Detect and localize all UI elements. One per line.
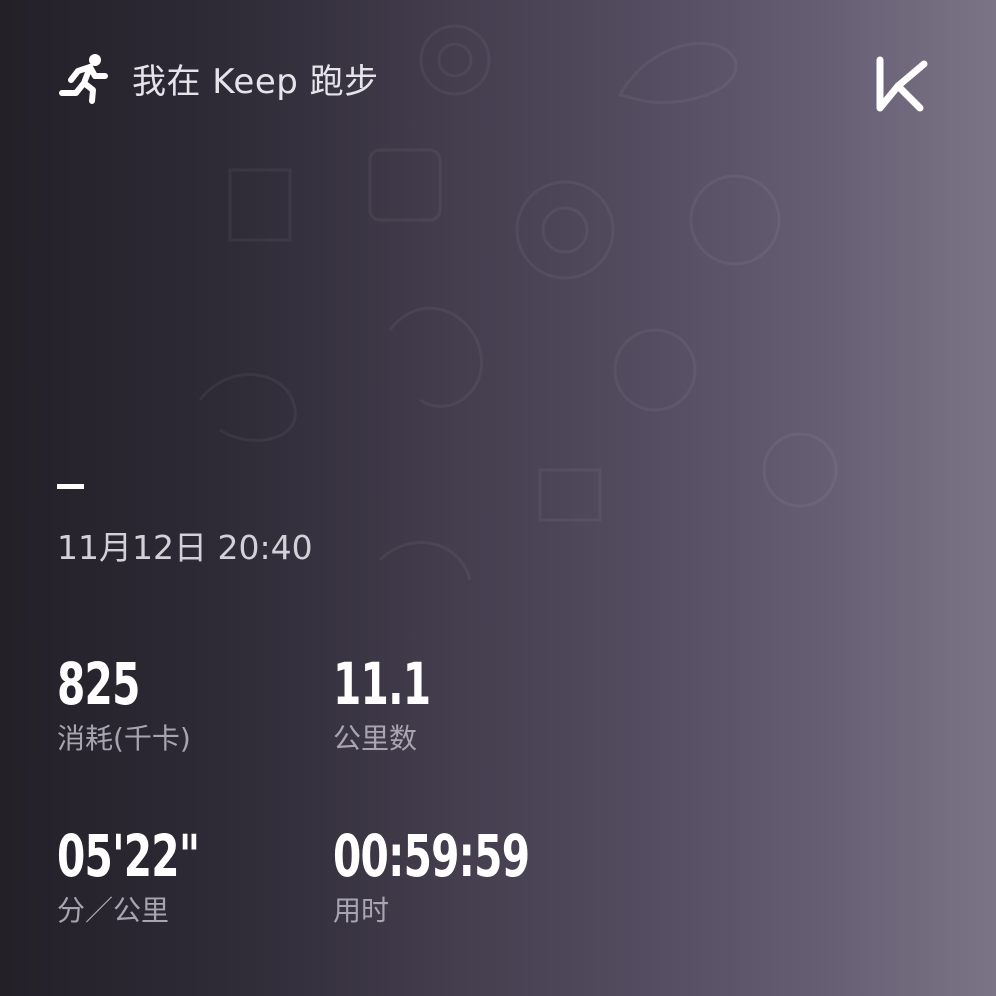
stat-pace: 05'22" 分／公里 <box>57 824 239 928</box>
stat-value: 825 <box>57 650 140 718</box>
header: 我在 Keep 跑步 <box>56 52 379 104</box>
header-title: 我在 Keep 跑步 <box>132 61 379 102</box>
stat-value: 00:59:59 <box>333 822 530 890</box>
stat-duration: 00:59:59 用时 <box>333 824 585 928</box>
workout-datetime: 11月12日 20:40 <box>57 528 313 567</box>
stat-label: 分／公里 <box>57 894 170 927</box>
stat-distance: 11.1 公里数 <box>333 652 458 756</box>
running-person-icon <box>59 54 108 104</box>
stat-label: 用时 <box>333 894 390 927</box>
workout-share-card: 我在 Keep 跑步 11月12日 20:40 825 消耗(千卡) 11.1 … <box>0 0 996 996</box>
keep-logo-icon <box>876 56 928 112</box>
stat-label: 公里数 <box>333 722 418 755</box>
divider-dash <box>57 484 84 489</box>
stat-value: 11.1 <box>333 650 431 718</box>
stat-value: 05'22" <box>57 822 200 890</box>
stat-calories: 825 消耗(千卡) <box>57 652 191 756</box>
stat-label: 消耗(千卡) <box>57 722 191 755</box>
